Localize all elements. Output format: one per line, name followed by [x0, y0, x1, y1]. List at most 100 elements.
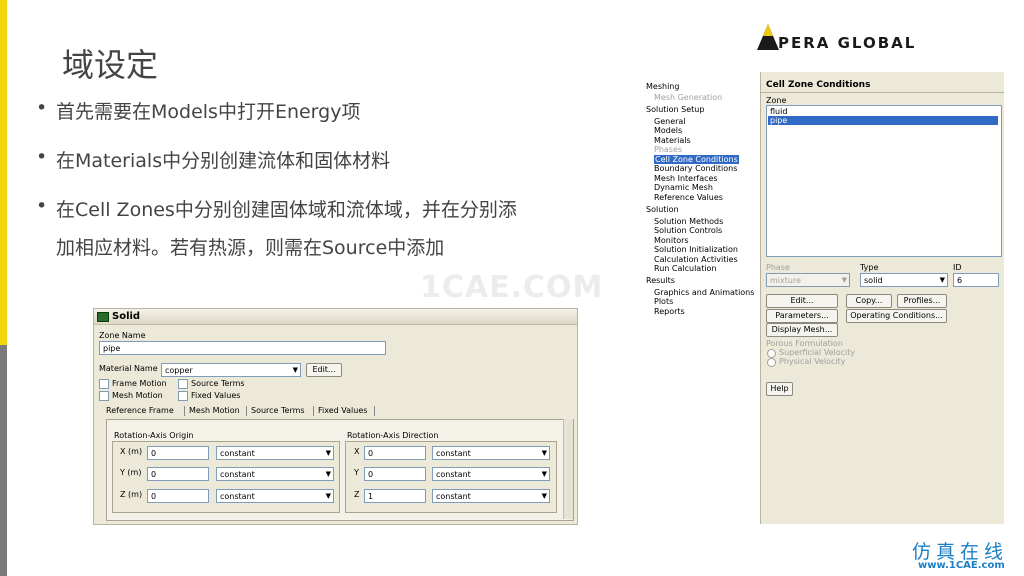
chevron-down-icon: ▼ [541, 470, 547, 478]
zone-label: Zone [766, 96, 787, 105]
type-value: solid [864, 276, 883, 285]
mesh-motion-checkbox[interactable] [99, 391, 109, 401]
direction-z-method-select[interactable]: constant ▼ [432, 489, 550, 503]
origin-z-label: Z (m) [120, 490, 143, 499]
superficial-velocity-radio[interactable] [767, 349, 776, 358]
zone-item-pipe-highlight[interactable] [768, 116, 998, 125]
zone-item-fluid[interactable]: fluid [770, 107, 787, 116]
tree-mesh-interfaces[interactable]: Mesh Interfaces [654, 174, 718, 183]
tree-run-calculation[interactable]: Run Calculation [654, 264, 717, 273]
profiles-button[interactable]: Profiles... [897, 294, 947, 308]
origin-y-input[interactable]: 0 [147, 467, 209, 481]
tree-materials[interactable]: Materials [654, 136, 691, 145]
display-mesh-button[interactable]: Display Mesh... [766, 323, 838, 337]
tree-boundary-conditions[interactable]: Boundary Conditions [654, 164, 737, 173]
phase-label: Phase [766, 263, 790, 272]
panel-title: Cell Zone Conditions [766, 80, 871, 90]
source-terms-label: Source Terms [191, 379, 245, 388]
phase-select[interactable]: mixture ▼ [766, 273, 850, 287]
origin-y-label: Y (m) [120, 468, 142, 477]
tree-dynamic-mesh[interactable]: Dynamic Mesh [654, 183, 713, 192]
material-value: copper [165, 366, 193, 375]
vertical-scrollbar[interactable] [563, 419, 573, 519]
direction-x-label: X [354, 447, 360, 456]
tree-phases[interactable]: Phases [654, 145, 682, 154]
origin-y-method-select[interactable]: constant ▼ [216, 467, 334, 481]
accent-bar-yellow [0, 0, 7, 345]
tree-solution-setup[interactable]: Solution Setup [646, 105, 704, 114]
tree-calculation-activities[interactable]: Calculation Activities [654, 255, 738, 264]
material-select[interactable]: copper ▼ [161, 363, 301, 377]
tree-plots[interactable]: Plots [654, 297, 673, 306]
dialog-title: Solid [112, 311, 141, 322]
tab-source-terms[interactable]: Source Terms [251, 406, 305, 415]
tab-mesh-motion[interactable]: Mesh Motion [189, 406, 240, 415]
origin-z-method-select[interactable]: constant ▼ [216, 489, 334, 503]
origin-x-method-select[interactable]: constant ▼ [216, 446, 334, 460]
direction-z-input[interactable]: 1 [364, 489, 426, 503]
bullet-text: 首先需要在Models中打开Energy项 [56, 101, 361, 123]
direction-x-method-select[interactable]: constant ▼ [432, 446, 550, 460]
tab-separator [313, 406, 314, 416]
tree-mesh-generation[interactable]: Mesh Generation [654, 93, 722, 102]
physical-velocity-radio[interactable] [767, 358, 776, 367]
method-value: constant [220, 492, 255, 501]
help-button[interactable]: Help [766, 382, 793, 396]
origin-z-input[interactable]: 0 [147, 489, 209, 503]
logo-text: PERA GLOBAL [778, 34, 917, 52]
zone-name-input[interactable]: pipe [99, 341, 386, 355]
solid-dialog: Solid Zone Name pipe Material Name coppe… [93, 308, 578, 525]
tree-solution[interactable]: Solution [646, 205, 679, 214]
frame-motion-checkbox[interactable] [99, 379, 109, 389]
frame-motion-label: Frame Motion [112, 379, 167, 388]
tree-results[interactable]: Results [646, 276, 675, 285]
operating-conditions-button[interactable]: Operating Conditions... [846, 309, 947, 323]
tree-monitors[interactable]: Monitors [654, 236, 689, 245]
direction-y-input[interactable]: 0 [364, 467, 426, 481]
zone-name-label: Zone Name [99, 331, 146, 340]
zone-item-pipe[interactable]: pipe [770, 116, 787, 125]
tree-meshing[interactable]: Meshing [646, 82, 679, 91]
tab-fixed-values[interactable]: Fixed Values [318, 406, 367, 415]
tree-cell-zone-conditions[interactable]: Cell Zone Conditions [654, 155, 739, 164]
chevron-down-icon: ▼ [325, 470, 331, 478]
physical-velocity-label: Physical Velocity [779, 357, 846, 366]
origin-x-input[interactable]: 0 [147, 446, 209, 460]
zone-list[interactable]: fluid pipe [766, 105, 1002, 257]
copy-button[interactable]: Copy... [846, 294, 892, 308]
chevron-down-icon: ▼ [325, 492, 331, 500]
tree-general[interactable]: General [654, 117, 686, 126]
source-terms-checkbox[interactable] [178, 379, 188, 389]
method-value: constant [220, 449, 255, 458]
id-label: ID [953, 263, 962, 272]
fixed-values-checkbox[interactable] [178, 391, 188, 401]
tree-graphics-and-animations[interactable]: Graphics and Animations [654, 288, 754, 297]
tree-models[interactable]: Models [654, 126, 682, 135]
tree-solution-controls[interactable]: Solution Controls [654, 226, 722, 235]
direction-x-input[interactable]: 0 [364, 446, 426, 460]
material-edit-button[interactable]: Edit... [306, 363, 342, 377]
tab-reference-frame[interactable]: Reference Frame [106, 406, 174, 415]
material-name-label: Material Name [99, 364, 158, 373]
bullet-dot: • [36, 97, 48, 119]
type-label: Type [860, 263, 879, 272]
pera-logo-icon [757, 24, 779, 50]
tree-reports[interactable]: Reports [654, 307, 685, 316]
cell-zone-panel: Cell Zone Conditions Zone fluid pipe Pha… [760, 72, 1004, 524]
footer-url[interactable]: www.1CAE.com [918, 560, 1005, 571]
chevron-down-icon: ▼ [939, 276, 945, 284]
id-field[interactable]: 6 [953, 273, 999, 287]
tree-reference-values[interactable]: Reference Values [654, 193, 723, 202]
type-select[interactable]: solid ▼ [860, 273, 948, 287]
tree-solution-initialization[interactable]: Solution Initialization [654, 245, 738, 254]
tree-solution-methods[interactable]: Solution Methods [654, 217, 723, 226]
direction-z-label: Z [354, 490, 360, 499]
dialog-titlebar[interactable]: Solid [94, 309, 577, 325]
bullet-text: 在Cell Zones中分别创建固体域和流体域，并在分别添 [56, 199, 517, 221]
bullet-text: 加相应材料。若有热源，则需在Source中添加 [56, 237, 445, 259]
tab-separator [374, 406, 375, 416]
edit-button[interactable]: Edit... [766, 294, 838, 308]
parameters-button[interactable]: Parameters... [766, 309, 838, 323]
chevron-down-icon: ▼ [292, 366, 298, 374]
direction-y-method-select[interactable]: constant ▼ [432, 467, 550, 481]
